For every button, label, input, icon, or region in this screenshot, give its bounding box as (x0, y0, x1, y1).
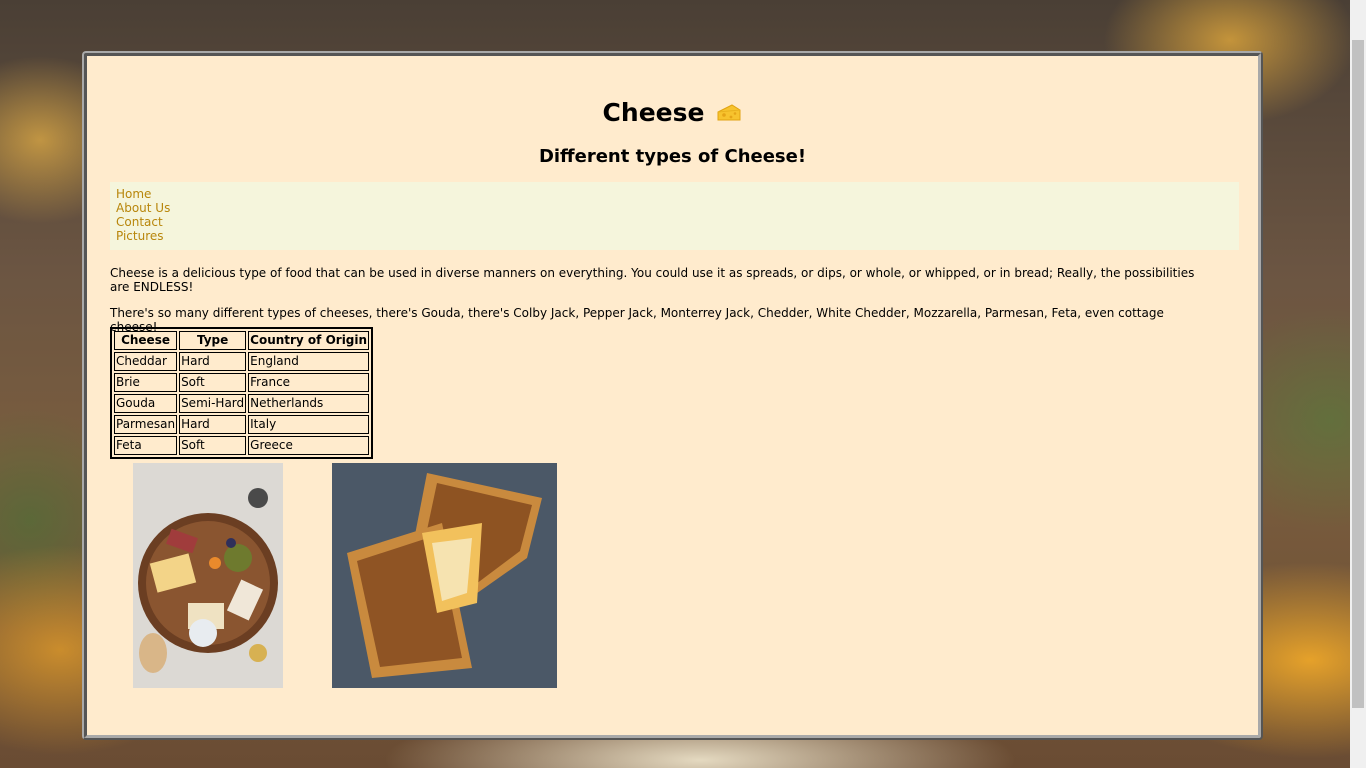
table-cell: Greece (248, 436, 370, 455)
page-title: Cheese (87, 98, 1258, 127)
table-cell: Hard (179, 352, 247, 371)
scrollbar-thumb[interactable] (1352, 40, 1364, 708)
column-header-cheese: Cheese (114, 331, 178, 350)
table-cell: England (248, 352, 370, 371)
intro-paragraph: Cheese is a delicious type of food that … (110, 266, 1195, 294)
table-row: Cheddar Hard England (114, 352, 370, 371)
main-nav: Home About Us Contact Pictures (110, 182, 1239, 250)
grilled-cheese-image (332, 463, 557, 688)
table-cell: Brie (114, 373, 178, 392)
table-cell: Soft (179, 373, 247, 392)
nav-link-home[interactable]: Home (116, 187, 1233, 201)
table-row: Parmesan Hard Italy (114, 415, 370, 434)
table-row: Brie Soft France (114, 373, 370, 392)
page-title-text: Cheese (602, 98, 705, 127)
table-row: Feta Soft Greece (114, 436, 370, 455)
charcuterie-board-image (133, 463, 283, 688)
table-cell: Soft (179, 436, 247, 455)
table-cell: Semi-Hard (179, 394, 247, 413)
table-header-row: Cheese Type Country of Origin (114, 331, 370, 350)
table-cell: Cheddar (114, 352, 178, 371)
table-cell: Hard (179, 415, 247, 434)
cheese-table: Cheese Type Country of Origin Cheddar Ha… (110, 327, 374, 459)
table-cell: Parmesan (114, 415, 178, 434)
page-subtitle: Different types of Cheese! (538, 146, 807, 167)
table-row: Gouda Semi-Hard Netherlands (114, 394, 370, 413)
cheese-icon (717, 104, 741, 121)
content-card: Cheese Different types of Cheese! Home A… (82, 51, 1263, 740)
nav-link-pictures[interactable]: Pictures (116, 229, 1233, 243)
nav-link-about-us[interactable]: About Us (116, 201, 1233, 215)
column-header-type: Type (179, 331, 247, 350)
column-header-country: Country of Origin (248, 331, 370, 350)
scrollbar-track[interactable] (1350, 0, 1366, 768)
table-cell: Italy (248, 415, 370, 434)
nav-link-contact[interactable]: Contact (116, 215, 1233, 229)
table-cell: Feta (114, 436, 178, 455)
table-cell: Gouda (114, 394, 178, 413)
table-cell: France (248, 373, 370, 392)
table-cell: Netherlands (248, 394, 370, 413)
